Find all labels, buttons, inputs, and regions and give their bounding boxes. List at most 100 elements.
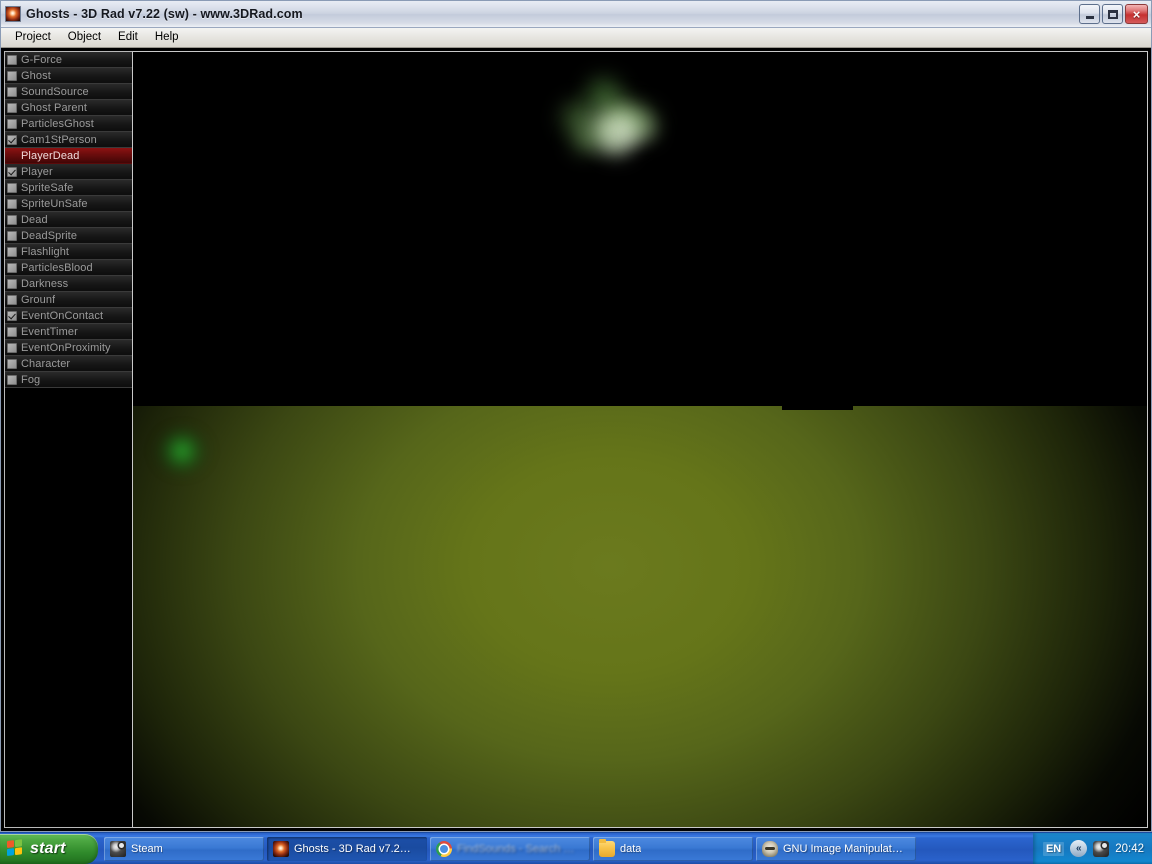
checkbox-icon[interactable] bbox=[7, 278, 17, 289]
object-list-item[interactable]: G-Force bbox=[5, 52, 132, 68]
object-list-item-label: SpriteSafe bbox=[21, 181, 74, 194]
checkbox-icon[interactable] bbox=[7, 214, 17, 225]
object-list-item-label: Character bbox=[21, 357, 71, 370]
checkbox-icon[interactable] bbox=[7, 358, 17, 369]
object-list-item-label: Player bbox=[21, 165, 53, 178]
chrome-icon bbox=[436, 840, 452, 857]
taskbar-button[interactable]: data bbox=[593, 836, 753, 861]
close-button[interactable]: × bbox=[1125, 4, 1148, 24]
menu-item-help[interactable]: Help bbox=[147, 29, 188, 46]
checkbox-icon[interactable] bbox=[7, 54, 17, 65]
checkbox-icon[interactable] bbox=[7, 374, 17, 385]
viewport-horizon-notch bbox=[133, 406, 1147, 410]
object-list-item[interactable]: Cam1StPerson bbox=[5, 132, 132, 148]
language-indicator[interactable]: EN bbox=[1042, 841, 1065, 856]
object-list-panel[interactable]: G-Force Ghost SoundSource Ghost Parent Parti… bbox=[4, 51, 133, 828]
object-list-item-label: Flashlight bbox=[21, 245, 70, 258]
checkbox-icon[interactable] bbox=[7, 70, 17, 81]
checkbox-icon[interactable] bbox=[7, 262, 17, 273]
object-list-item[interactable]: SpriteSafe bbox=[5, 180, 132, 196]
taskbar-button-label: GNU Image Manipulat… bbox=[783, 842, 903, 855]
object-list-item[interactable]: ParticlesBlood bbox=[5, 260, 132, 276]
checkbox-icon[interactable] bbox=[7, 198, 17, 209]
object-list-item[interactable]: Fog bbox=[5, 372, 132, 388]
menu-item-object[interactable]: Object bbox=[60, 29, 110, 46]
taskbar-button-label: Ghosts - 3D Rad v7.2… bbox=[294, 842, 411, 855]
checkbox-icon[interactable] bbox=[7, 118, 17, 129]
object-list-item[interactable]: SoundSource bbox=[5, 84, 132, 100]
viewport-ground-plane bbox=[133, 406, 1147, 827]
taskbar-buttons: Steam Ghosts - 3D Rad v7.2… FindSounds - S… bbox=[98, 836, 1033, 861]
minimize-icon bbox=[1085, 16, 1094, 19]
close-icon: × bbox=[1132, 6, 1141, 22]
start-button[interactable]: start bbox=[0, 833, 98, 864]
steam-tray-icon[interactable] bbox=[1093, 840, 1110, 857]
object-list-item-label: Ghost bbox=[21, 69, 51, 82]
object-list-item[interactable]: Ghost bbox=[5, 68, 132, 84]
taskbar: start Steam Ghosts - 3D Rad v7.2… FindSoun… bbox=[0, 832, 1152, 864]
object-list-item-label: SpriteUnSafe bbox=[21, 197, 88, 210]
object-list-item[interactable]: EventTimer bbox=[5, 324, 132, 340]
checkbox-icon[interactable] bbox=[7, 230, 17, 241]
checkbox-icon[interactable] bbox=[7, 86, 17, 97]
chevron-left-icon[interactable]: « bbox=[1070, 840, 1088, 857]
checkbox-icon[interactable] bbox=[7, 342, 17, 353]
object-list-item[interactable]: Player bbox=[5, 164, 132, 180]
client-area: G-Force Ghost SoundSource Ghost Parent Parti… bbox=[1, 48, 1151, 831]
application-window: Ghosts - 3D Rad v7.22 (sw) - www.3DRad.c… bbox=[0, 0, 1152, 832]
maximize-button[interactable] bbox=[1102, 4, 1123, 24]
object-list-rows: G-Force Ghost SoundSource Ghost Parent Parti… bbox=[5, 52, 132, 388]
object-list-item-label: Fog bbox=[21, 373, 41, 386]
object-list-item[interactable]: DeadSprite bbox=[5, 228, 132, 244]
object-list-item[interactable]: SpriteUnSafe bbox=[5, 196, 132, 212]
folder-icon bbox=[599, 838, 615, 857]
checkbox-icon[interactable] bbox=[7, 182, 17, 193]
taskbar-button[interactable]: GNU Image Manipulat… bbox=[756, 836, 916, 861]
desktop: Ghosts - 3D Rad v7.22 (sw) - www.3DRad.c… bbox=[0, 0, 1152, 864]
window-title: Ghosts - 3D Rad v7.22 (sw) - www.3DRad.c… bbox=[26, 7, 303, 21]
object-list-empty-area bbox=[5, 388, 132, 827]
object-list-item[interactable]: PlayerDead bbox=[5, 148, 132, 164]
object-list-item[interactable]: Dead bbox=[5, 212, 132, 228]
checkbox-icon[interactable] bbox=[7, 246, 17, 257]
object-list-item[interactable]: ParticlesGhost bbox=[5, 116, 132, 132]
minimize-button[interactable] bbox=[1079, 4, 1100, 24]
object-list-item-label: G-Force bbox=[21, 53, 63, 66]
checkbox-checked-icon[interactable] bbox=[7, 166, 17, 177]
checkbox-checked-icon[interactable] bbox=[7, 310, 17, 321]
start-button-label: start bbox=[30, 839, 66, 857]
title-bar[interactable]: Ghosts - 3D Rad v7.22 (sw) - www.3DRad.c… bbox=[1, 1, 1151, 28]
menu-item-edit[interactable]: Edit bbox=[110, 29, 147, 46]
clock[interactable]: 20:42 bbox=[1115, 843, 1144, 855]
taskbar-button-label: Steam bbox=[131, 842, 163, 855]
3d-viewport[interactable] bbox=[133, 51, 1148, 828]
checkbox-icon[interactable] bbox=[7, 326, 17, 337]
object-list-item-label: ParticlesBlood bbox=[21, 261, 93, 274]
taskbar-button[interactable]: Steam bbox=[104, 836, 264, 861]
system-tray: EN « 20:42 bbox=[1032, 832, 1152, 864]
checkbox-checked-icon[interactable] bbox=[7, 134, 17, 145]
object-list-item-label: Ghost Parent bbox=[21, 101, 88, 114]
viewport-sky bbox=[133, 52, 1147, 406]
object-list-item-label: PlayerDead bbox=[21, 149, 80, 162]
object-list-item[interactable]: Grounf bbox=[5, 292, 132, 308]
taskbar-button[interactable]: Ghosts - 3D Rad v7.2… bbox=[267, 836, 427, 861]
3drad-icon bbox=[273, 840, 289, 857]
gimp-icon bbox=[762, 840, 778, 857]
checkbox-icon[interactable] bbox=[7, 102, 17, 113]
object-list-item[interactable]: Darkness bbox=[5, 276, 132, 292]
object-list-item[interactable]: Ghost Parent bbox=[5, 100, 132, 116]
window-controls: × bbox=[1079, 4, 1148, 24]
object-list-item[interactable]: Character bbox=[5, 356, 132, 372]
menu-item-project[interactable]: Project bbox=[7, 29, 60, 46]
taskbar-button[interactable]: FindSounds - Search … bbox=[430, 836, 590, 861]
steam-icon bbox=[110, 840, 126, 857]
object-list-item[interactable]: EventOnProximity bbox=[5, 340, 132, 356]
object-list-item[interactable]: EventOnContact bbox=[5, 308, 132, 324]
checkbox-icon[interactable] bbox=[7, 294, 17, 305]
object-list-item-label: Grounf bbox=[21, 293, 56, 306]
object-list-item-label: EventOnContact bbox=[21, 309, 104, 322]
object-list-item[interactable]: Flashlight bbox=[5, 244, 132, 260]
object-list-item-label: Cam1StPerson bbox=[21, 133, 97, 146]
object-list-item-label: EventTimer bbox=[21, 325, 78, 338]
